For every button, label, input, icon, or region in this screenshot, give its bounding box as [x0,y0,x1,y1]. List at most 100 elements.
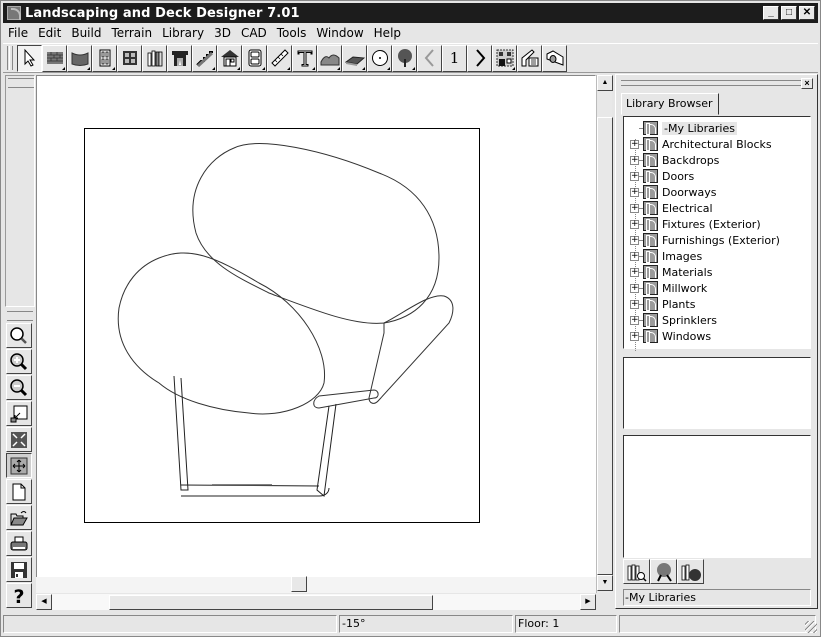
floor-number-button[interactable]: 1 [442,44,467,72]
undo-zoom-button[interactable] [6,401,32,426]
pan-button[interactable] [6,453,32,478]
expand-icon[interactable]: + [630,187,639,197]
fireplace-tool-button[interactable] [167,44,192,72]
expand-icon[interactable]: + [630,203,639,213]
maximize-button[interactable]: □ [781,6,797,20]
resize-grip[interactable] [805,621,817,633]
tree-item[interactable]: + Images [624,248,810,264]
panel-close-button[interactable]: × [801,78,813,89]
expand-icon[interactable]: + [630,331,639,341]
horizontal-scroll-thumb[interactable] [109,595,433,610]
wall-tool-button[interactable] [42,44,67,72]
menu-tools[interactable]: Tools [272,26,312,40]
tree-item[interactable]: + Electrical [624,200,810,216]
plan-view-button[interactable] [492,44,517,72]
elevation-view-button[interactable] [517,44,542,72]
chair-arm-rail [313,389,379,409]
floor-up-button[interactable] [467,44,492,72]
menu-3d[interactable]: 3D [209,26,236,40]
library-tree[interactable]: -My Libraries + Architectural Blocks + B… [623,116,811,351]
tree-item-label: Materials [662,265,713,279]
menu-help[interactable]: Help [369,26,406,40]
tree-item[interactable]: + Sprinklers [624,312,810,328]
menu-window[interactable]: Window [311,26,368,40]
stairs-tool-button[interactable] [192,44,217,72]
plant-search-button[interactable] [650,559,677,584]
text-tool-button[interactable] [292,44,317,72]
library-object-list[interactable] [623,357,811,429]
expand-icon[interactable]: + [630,139,639,149]
status-message [3,615,337,633]
tree-item[interactable]: + Backdrops [624,152,810,168]
door-tool-button[interactable] [92,44,117,72]
window-tool-button[interactable] [117,44,142,72]
tree-item-label: Doors [662,169,695,183]
library-object-button[interactable] [142,44,167,72]
zoom-in-button[interactable] [6,349,32,374]
tree-item[interactable]: + Windows [624,328,810,344]
scroll-right-button[interactable]: ▶ [580,594,596,610]
zoom-tool-button[interactable] [6,323,32,348]
help-button[interactable]: ? [6,583,32,608]
minimize-button[interactable]: _ [763,6,779,20]
menu-cad[interactable]: CAD [236,26,272,40]
tree-item[interactable]: -My Libraries [624,120,810,136]
tree-item[interactable]: + Architectural Blocks [624,136,810,152]
open-file-button[interactable] [6,505,32,530]
view-toolbar-grip[interactable] [7,311,33,321]
expand-icon[interactable]: + [630,299,639,309]
horizontal-slider-thumb[interactable] [291,576,307,592]
floor-down-button[interactable] [417,44,442,72]
tree-item[interactable]: + Millwork [624,280,810,296]
tree-item[interactable]: + Fixtures (Exterior) [624,216,810,232]
panel-grip[interactable] [621,80,801,86]
fill-window-button[interactable] [6,427,32,452]
expand-icon[interactable]: + [630,171,639,181]
new-file-button[interactable] [6,479,32,504]
menu-library[interactable]: Library [157,26,209,40]
select-tool-button[interactable] [17,44,42,72]
slab-tool-button[interactable] [342,44,367,72]
expand-icon[interactable]: + [630,267,639,277]
dimension-tool-button[interactable] [267,44,292,72]
scroll-left-button[interactable]: ◀ [36,594,52,610]
tree-item[interactable]: + Doorways [624,184,810,200]
left-toolbar-grip[interactable] [8,78,34,88]
close-button[interactable]: ✕ [799,6,815,20]
zoom-out-button[interactable] [6,375,32,400]
menu-file[interactable]: File [3,26,33,40]
curved-wall-icon [71,52,88,66]
scroll-down-button[interactable]: ▼ [597,575,613,591]
print-button[interactable] [6,531,32,556]
plant-tool-button[interactable] [392,44,417,72]
save-button[interactable] [6,557,32,582]
curved-wall-tool-button[interactable] [67,44,92,72]
tree-item[interactable]: + Furnishings (Exterior) [624,232,810,248]
camera-view-button[interactable] [542,44,567,72]
vertical-scroll-thumb[interactable] [597,117,613,575]
expand-icon[interactable]: + [630,251,639,261]
circle-tool-button[interactable] [367,44,392,72]
toolbar-grip[interactable] [7,46,13,70]
menu-edit[interactable]: Edit [33,26,66,40]
menu-build[interactable]: Build [66,26,106,40]
library-online-button[interactable] [677,559,704,584]
vertical-scrollbar[interactable]: ▲ ▼ [596,75,613,593]
expand-icon[interactable]: + [630,219,639,229]
expand-icon[interactable]: + [630,155,639,165]
tab-library-browser[interactable]: Library Browser [621,93,719,115]
tree-item[interactable]: + Plants [624,296,810,312]
expand-icon[interactable]: + [630,283,639,293]
expand-icon[interactable]: + [630,235,639,245]
electrical-tool-button[interactable] [242,44,267,72]
roof-tool-button[interactable] [217,44,242,72]
scroll-up-button[interactable]: ▲ [597,75,613,91]
menu-terrain[interactable]: Terrain [106,26,157,40]
library-search-button[interactable] [623,559,650,584]
tree-item[interactable]: + Materials [624,264,810,280]
plan-drawing[interactable] [84,128,480,524]
drawing-canvas[interactable] [36,75,596,578]
tree-item[interactable]: + Doors [624,168,810,184]
terrain-tool-button[interactable] [317,44,342,72]
expand-icon[interactable]: + [630,315,639,325]
